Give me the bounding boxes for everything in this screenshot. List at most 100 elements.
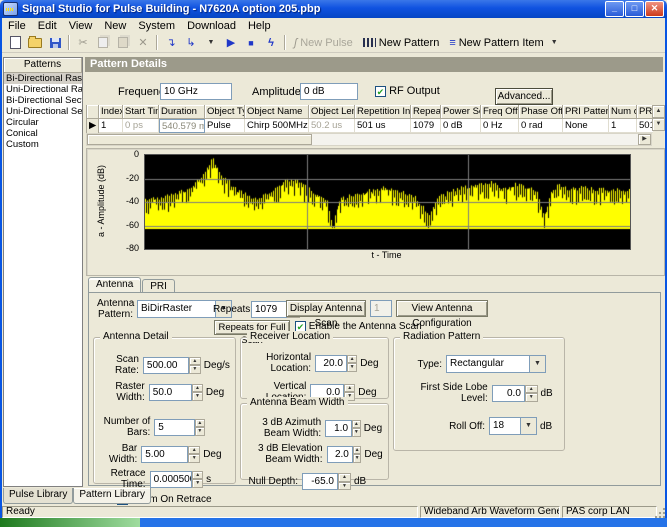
table-cell[interactable]: 1 — [99, 119, 123, 133]
column-header[interactable]: Repeat — [411, 105, 441, 119]
chevron-down-icon[interactable]: ▼ — [520, 417, 537, 435]
scrollbar-thumb[interactable] — [87, 134, 312, 145]
menu-item-new[interactable]: New — [98, 19, 132, 33]
route-arrow-icon[interactable]: ↴ — [162, 34, 180, 51]
spinner-icon[interactable]: ▲▼ — [191, 383, 203, 401]
field-input[interactable]: 0.00050000 — [149, 470, 193, 488]
first-side-lobe-input[interactable]: 0.0 — [491, 384, 525, 402]
menu-item-file[interactable]: File — [2, 19, 32, 33]
table-cell[interactable]: 50.2 us — [309, 119, 355, 133]
tab-pulse-library[interactable]: Pulse Library — [3, 488, 74, 504]
field-input[interactable]: 2.0 — [326, 445, 353, 463]
radiation-type-select[interactable]: Rectangular ▼ — [446, 355, 546, 373]
table-cell[interactable]: 501 us — [637, 119, 653, 133]
menu-item-help[interactable]: Help — [242, 19, 277, 33]
spinner-icon[interactable]: ▲▼ — [194, 418, 205, 436]
paste-icon[interactable] — [114, 34, 132, 51]
pattern-list-item[interactable]: Circular — [4, 117, 82, 128]
new-pattern-item-button[interactable]: ≡ New Pattern Item ▼ — [444, 36, 562, 50]
spinner-icon[interactable]: ▲▼ — [338, 473, 351, 490]
cut-icon[interactable]: ✂ — [74, 34, 92, 51]
table-cell[interactable]: None — [563, 119, 609, 133]
tab-antenna[interactable]: Antenna — [88, 277, 142, 293]
column-header[interactable]: PRI Start — [637, 105, 653, 119]
pattern-list-item[interactable]: Bi-Directional Sector Scan — [4, 95, 82, 106]
display-antenna-scan-button[interactable]: Display Antenna Scan — [286, 300, 366, 329]
play-icon[interactable]: ▶ — [222, 34, 240, 51]
column-header[interactable]: Object Name — [245, 105, 309, 119]
lightning-icon[interactable]: ϟ — [262, 34, 280, 51]
spinner-icon[interactable]: ▲▼ — [188, 445, 201, 463]
table-cell[interactable]: 540.579 m — [159, 119, 205, 133]
roll-off-select[interactable]: 18 ▼ — [489, 417, 537, 435]
delete-icon[interactable]: ✕ — [134, 34, 152, 51]
open-file-icon[interactable] — [26, 34, 44, 51]
column-header[interactable]: Phase Offset — [519, 105, 563, 119]
scroll-up-icon[interactable]: ▲ — [652, 105, 665, 118]
menu-item-system[interactable]: System — [132, 19, 181, 33]
menu-item-edit[interactable]: Edit — [32, 19, 63, 33]
table-cell[interactable]: 1079 — [411, 119, 441, 133]
save-icon[interactable] — [46, 34, 64, 51]
pattern-list-item[interactable]: Uni-Directional Sector — [4, 106, 82, 117]
menu-item-download[interactable]: Download — [181, 19, 242, 33]
copy-icon[interactable] — [94, 34, 112, 51]
pattern-table[interactable]: IndexStart TimeDurationObject TypeObject… — [86, 105, 653, 133]
table-cell[interactable]: Pulse — [205, 119, 245, 133]
rf-output-checkbox[interactable]: ✔ RF Output — [375, 85, 440, 97]
frequency-input[interactable]: 10 GHz — [160, 83, 232, 100]
pattern-list-item[interactable]: Bi-Directional Raster 5 bar — [4, 73, 82, 84]
chevron-down-icon[interactable]: ▼ — [529, 355, 546, 373]
table-cell[interactable]: 0 rad — [519, 119, 563, 133]
spinner-icon[interactable]: ▲▼ — [524, 384, 538, 402]
dropdown-arrow-icon[interactable]: ▼ — [202, 34, 220, 51]
field-input[interactable]: -65.0 — [302, 473, 338, 490]
table-cell[interactable]: Chirp 500MHz - 50 — [245, 119, 309, 133]
new-pulse-button[interactable]: ʃ New Pulse — [289, 36, 358, 50]
column-header[interactable]: PRI Pattern — [563, 105, 609, 119]
column-header[interactable]: Object Length — [309, 105, 355, 119]
column-header[interactable]: Repetition Interval — [355, 105, 411, 119]
close-button[interactable]: ✕ — [645, 1, 664, 17]
new-pattern-button[interactable]: New Pattern — [358, 36, 445, 50]
pattern-list-item[interactable]: Custom — [4, 139, 82, 150]
stop-icon[interactable]: ■ — [242, 34, 260, 51]
chevron-down-icon[interactable]: ▼ — [551, 39, 558, 46]
column-header[interactable]: Start Time — [123, 105, 159, 119]
table-cell[interactable]: 0 dB — [441, 119, 481, 133]
spinner-icon[interactable]: ▲▼ — [352, 445, 362, 463]
tab-pattern-library[interactable]: Pattern Library — [73, 488, 151, 504]
restore-button[interactable]: □ — [625, 1, 644, 17]
title-bar[interactable]: Signal Studio for Pulse Building - N7620… — [0, 0, 667, 18]
column-header[interactable]: Num of — [609, 105, 637, 119]
pattern-list-item[interactable]: Uni-Directional Raster 7 bar — [4, 84, 82, 95]
spinner-icon[interactable]: ▲▼ — [352, 419, 361, 437]
new-file-icon[interactable] — [6, 34, 24, 51]
field-input[interactable]: 5.00 — [141, 445, 189, 463]
pattern-list-item[interactable]: Conical — [4, 128, 82, 139]
table-vertical-scrollbar[interactable]: ▲ ▼ — [652, 105, 665, 133]
table-cell[interactable]: 1 — [609, 119, 637, 133]
field-input[interactable]: 50.0 — [148, 383, 192, 401]
column-header[interactable]: Freq Offset — [481, 105, 519, 119]
amplitude-input[interactable]: 0 dB — [300, 83, 358, 100]
table-horizontal-scrollbar[interactable]: ▶ — [86, 133, 652, 146]
field-input[interactable]: 1.0 — [325, 419, 353, 437]
spinner-icon[interactable]: ▲▼ — [346, 354, 358, 372]
spinner-icon[interactable]: ▲▼ — [188, 356, 201, 374]
field-input[interactable]: 500.00 — [142, 356, 189, 374]
tab-pri[interactable]: PRI — [142, 279, 175, 293]
scroll-right-icon[interactable]: ▶ — [638, 134, 651, 145]
column-header[interactable]: Index — [99, 105, 123, 119]
column-header[interactable]: Power Scale — [441, 105, 481, 119]
table-cell[interactable]: 0 Hz — [481, 119, 519, 133]
column-header[interactable]: Object Type — [205, 105, 245, 119]
resize-grip[interactable] — [655, 507, 666, 518]
menu-item-view[interactable]: View — [63, 19, 99, 33]
minimize-button[interactable]: _ — [605, 1, 624, 17]
spinner-icon[interactable]: ▲▼ — [192, 470, 204, 488]
advanced-button[interactable]: Advanced... — [495, 88, 553, 105]
route-arrow-2-icon[interactable]: ↳ — [182, 34, 200, 51]
field-input[interactable]: 20.0 — [315, 354, 347, 372]
field-input[interactable]: 5 — [154, 418, 195, 436]
